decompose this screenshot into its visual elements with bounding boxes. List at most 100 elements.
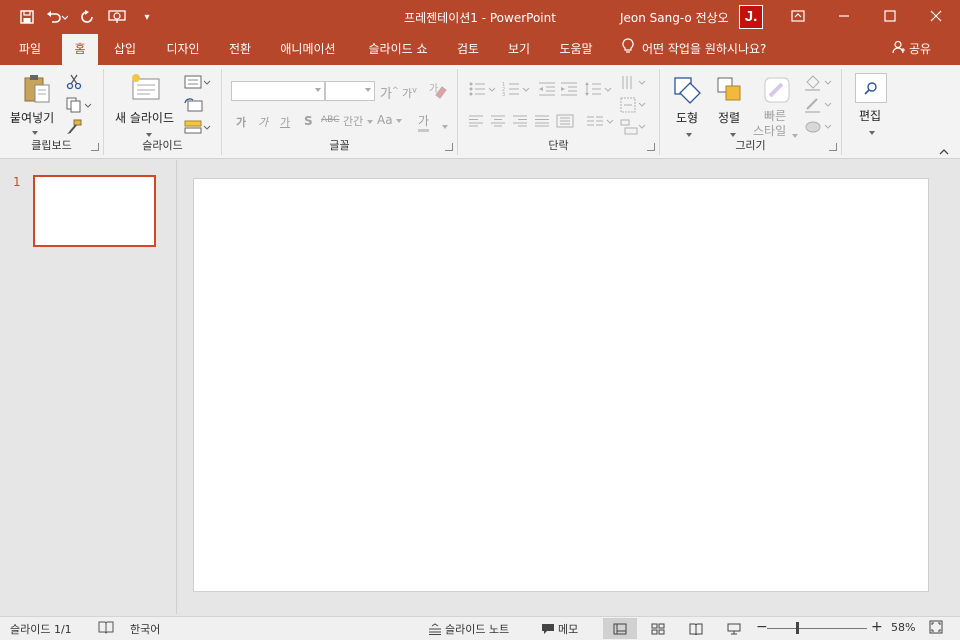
notes-button[interactable]: 슬라이드 노트 (428, 621, 509, 638)
ribbon-display-options-icon[interactable] (775, 0, 821, 32)
reset-slide-icon[interactable] (184, 97, 204, 116)
arrange-icon[interactable] (715, 75, 745, 108)
customize-qat-icon[interactable]: ▾ (132, 6, 162, 28)
comments-button[interactable]: 메모 (541, 621, 578, 638)
font-color-dropdown-icon[interactable] (442, 119, 448, 133)
paragraph-group: 123 단락 (458, 69, 660, 155)
distributed-icon[interactable] (556, 114, 574, 131)
drawing-dialog-launcher[interactable] (829, 143, 837, 151)
font-size-combo[interactable] (325, 81, 375, 101)
language-indicator[interactable]: 한국어 (130, 621, 160, 637)
shape-outline-icon[interactable] (804, 97, 832, 116)
paragraph-dialog-launcher[interactable] (647, 143, 655, 151)
new-slide-label[interactable]: 새 슬라이드 (115, 109, 174, 126)
align-right-icon[interactable] (512, 115, 528, 130)
underline-icon[interactable]: 가 (280, 114, 290, 130)
copy-icon[interactable] (66, 97, 92, 116)
tab-view[interactable]: 보기 (498, 34, 540, 65)
paste-icon[interactable] (22, 73, 52, 108)
editing-icon[interactable] (855, 73, 887, 103)
user-name[interactable]: Jeon Sang-o 전상오 (620, 9, 729, 26)
slide-thumbnail[interactable] (33, 175, 156, 247)
arrange-label[interactable]: 정렬 (718, 109, 740, 126)
increase-indent-icon[interactable] (560, 81, 578, 100)
shapes-label[interactable]: 도형 (676, 109, 698, 126)
zoom-slider-thumb[interactable] (796, 622, 799, 634)
tab-animations[interactable]: 애니메이션 (270, 34, 346, 65)
maximize-icon[interactable] (867, 0, 913, 32)
columns-icon[interactable] (586, 115, 614, 130)
convert-to-smartart-icon[interactable] (620, 119, 646, 138)
tab-transitions[interactable]: 전환 (220, 34, 260, 65)
section-icon[interactable] (184, 119, 212, 138)
bullets-icon[interactable] (468, 81, 496, 100)
new-slide-icon[interactable] (130, 73, 162, 106)
redo-icon[interactable] (72, 6, 102, 28)
tab-help[interactable]: 도움말 (550, 34, 602, 65)
decrease-indent-icon[interactable] (538, 81, 556, 100)
slide-canvas[interactable] (193, 178, 929, 592)
increase-font-size-icon[interactable]: 가^ (380, 83, 399, 102)
save-icon[interactable] (12, 6, 42, 28)
tab-file[interactable]: 파일 (6, 34, 54, 65)
slide-info[interactable]: 슬라이드 1/1 (10, 621, 72, 637)
change-case-icon[interactable]: Aa (377, 113, 403, 127)
clear-formatting-icon[interactable]: 가 (428, 81, 448, 102)
tab-insert[interactable]: 삽입 (104, 34, 146, 65)
zoom-out-icon[interactable]: − (756, 619, 768, 635)
quick-styles-icon[interactable] (762, 75, 792, 108)
decrease-font-size-icon[interactable]: 가v (402, 85, 417, 101)
shape-effects-icon[interactable] (804, 119, 832, 138)
layout-icon[interactable] (184, 75, 212, 92)
close-icon[interactable] (913, 0, 959, 32)
numbering-icon[interactable]: 123 (502, 81, 530, 100)
justify-icon[interactable] (534, 115, 550, 130)
collapse-ribbon-icon[interactable] (939, 145, 949, 159)
tab-slideshow[interactable]: 슬라이드 쇼 (356, 34, 440, 65)
font-name-combo[interactable] (231, 81, 325, 101)
zoom-in-icon[interactable]: + (871, 619, 883, 635)
shapes-icon[interactable] (672, 75, 704, 108)
minimize-icon[interactable] (821, 0, 867, 32)
notes-label: 슬라이드 노트 (445, 623, 510, 636)
character-spacing-icon[interactable]: 간간 (343, 113, 373, 129)
slide-sorter-view-icon[interactable] (641, 618, 675, 639)
tell-me-search[interactable]: 어떤 작업을 원하시나요? (622, 34, 766, 65)
font-dialog-launcher[interactable] (445, 143, 453, 151)
align-center-icon[interactable] (490, 115, 506, 130)
spelling-check-icon[interactable] (98, 620, 114, 637)
tab-review[interactable]: 검토 (448, 34, 488, 65)
fit-slide-to-window-icon[interactable] (929, 620, 943, 637)
clipboard-group: 붙여넣기 클립보드 (0, 69, 104, 155)
bold-icon[interactable]: 가 (236, 114, 246, 130)
font-color-label: 가 (418, 114, 430, 128)
format-painter-icon[interactable] (66, 119, 82, 138)
share-button[interactable]: 공유 (892, 34, 931, 65)
paragraph-group-label: 단락 (548, 139, 569, 152)
tab-home[interactable]: 홈 (62, 34, 98, 65)
undo-icon[interactable] (42, 6, 72, 28)
normal-view-icon[interactable] (603, 618, 637, 639)
slides-group: 새 슬라이드 슬라이드 (104, 69, 222, 155)
start-slideshow-icon[interactable] (102, 6, 132, 28)
editing-dropdown-icon[interactable] (869, 125, 875, 139)
zoom-level[interactable]: 58% (891, 621, 915, 634)
paste-label[interactable]: 붙여넣기 (10, 109, 54, 126)
avatar[interactable]: J. (739, 5, 763, 29)
clipboard-dialog-launcher[interactable] (91, 143, 99, 151)
line-spacing-icon[interactable] (584, 81, 612, 100)
text-direction-icon[interactable] (620, 75, 646, 94)
strikethrough-icon[interactable]: ABC (321, 115, 339, 125)
editing-label[interactable]: 편집 (859, 107, 881, 124)
italic-icon[interactable]: 가 (258, 114, 268, 130)
shape-fill-icon[interactable] (804, 75, 832, 94)
tab-design[interactable]: 디자인 (156, 34, 210, 65)
font-color-icon[interactable]: 가 (418, 112, 430, 132)
reading-view-icon[interactable] (679, 618, 713, 639)
align-text-icon[interactable] (620, 97, 646, 116)
text-shadow-icon[interactable]: S (304, 114, 313, 128)
align-left-icon[interactable] (468, 115, 484, 130)
slideshow-view-icon[interactable] (717, 618, 751, 639)
cut-icon[interactable] (66, 74, 82, 93)
zoom-slider[interactable] (767, 628, 867, 629)
